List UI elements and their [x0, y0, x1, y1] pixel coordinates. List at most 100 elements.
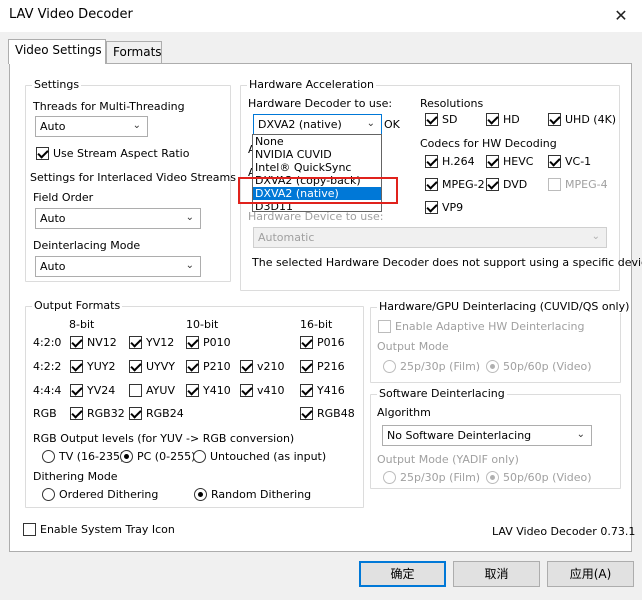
codec-hevc-checkbox[interactable]: HEVC — [486, 155, 533, 168]
fmt-v410-label: v410 — [257, 384, 285, 397]
system-tray-checkbox[interactable]: Enable System Tray Icon — [23, 523, 175, 536]
stream-aspect-check-icon — [36, 147, 49, 160]
adaptive-hw-deint-checkbox[interactable]: Enable Adaptive HW Deinterlacing — [378, 320, 585, 333]
check-icon — [70, 360, 83, 373]
row-444: 4:4:4 — [33, 384, 62, 397]
codec-vc1-checkbox[interactable]: VC-1 — [548, 155, 591, 168]
settings-group: Settings Threads for Multi-Threading Aut… — [25, 78, 236, 282]
fmt-uyvy-checkbox[interactable]: UYVY — [129, 360, 175, 373]
fmt-y410-label: Y410 — [203, 384, 231, 397]
fmt-rgb48-checkbox[interactable]: RGB48 — [300, 407, 355, 420]
radio-icon — [486, 360, 499, 373]
fmt-yv12-checkbox[interactable]: YV12 — [129, 336, 174, 349]
check-icon — [548, 155, 561, 168]
dither-random-label: Random Dithering — [211, 488, 312, 501]
rgb-untouched-radio[interactable]: Untouched (as input) — [193, 450, 326, 463]
field-order-select[interactable]: Auto ⌄ — [35, 208, 201, 229]
hw-video-label: 50p/60p (Video) — [503, 360, 592, 373]
fmt-p216-checkbox[interactable]: P216 — [300, 360, 345, 373]
chevron-down-icon: ⌄ — [185, 212, 194, 223]
dropdown-option-quicksync[interactable]: Intel® QuickSync — [253, 161, 381, 174]
fmt-rgb32-checkbox[interactable]: RGB32 — [70, 407, 125, 420]
chevron-down-icon: ⌄ — [366, 118, 375, 129]
codec-vp9-checkbox[interactable]: VP9 — [425, 201, 463, 214]
deinterlacing-mode-select[interactable]: Auto ⌄ — [35, 256, 201, 277]
col-16bit: 16-bit — [300, 318, 333, 331]
check-icon — [486, 113, 499, 126]
fmt-p210-checkbox[interactable]: P210 — [186, 360, 231, 373]
algorithm-select[interactable]: No Software Deinterlacing ⌄ — [382, 425, 592, 446]
chevron-down-icon: ⌄ — [576, 429, 585, 440]
check-icon — [425, 178, 438, 191]
hw-film-radio[interactable]: 25p/30p (Film) — [383, 360, 480, 373]
device-note: The selected Hardware Decoder does not s… — [252, 256, 642, 269]
decoder-select[interactable]: DXVA2 (native) ⌄ — [253, 114, 382, 135]
dropdown-option-none[interactable]: None — [253, 135, 381, 148]
fmt-yv24-label: YV24 — [87, 384, 116, 397]
check-icon — [70, 407, 83, 420]
check-icon — [186, 360, 199, 373]
hw-video-radio[interactable]: 50p/60p (Video) — [486, 360, 592, 373]
codec-h264-checkbox[interactable]: H.264 — [425, 155, 475, 168]
sw-video-label: 50p/60p (Video) — [503, 471, 592, 484]
stream-aspect-checkbox[interactable]: Use Stream Aspect Ratio — [36, 147, 189, 160]
rgb-pc-radio[interactable]: PC (0-255) — [120, 450, 195, 463]
codec-mpeg4-checkbox[interactable]: MPEG-4 — [548, 178, 608, 191]
fmt-yuy2-label: YUY2 — [87, 360, 116, 373]
fmt-ayuv-checkbox[interactable]: AYUV — [129, 384, 175, 397]
fmt-v210-checkbox[interactable]: v210 — [240, 360, 285, 373]
res-sd-checkbox[interactable]: SD — [425, 113, 457, 126]
fmt-y416-checkbox[interactable]: Y416 — [300, 384, 345, 397]
settings-group-title: Settings — [32, 78, 82, 91]
codec-dvd-checkbox[interactable]: DVD — [486, 178, 527, 191]
sw-film-radio[interactable]: 25p/30p (Film) — [383, 471, 480, 484]
title-bar: LAV Video Decoder ✕ — [0, 0, 642, 32]
tab-formats[interactable]: Formats — [106, 41, 162, 63]
res-uhd-checkbox[interactable]: UHD (4K) — [548, 113, 616, 126]
sw-deinterlacing-group: Software Deinterlacing Algorithm No Soft… — [370, 387, 621, 489]
dropdown-option-cuvid[interactable]: NVIDIA CUVID — [253, 148, 381, 161]
dither-ordered-radio[interactable]: Ordered Dithering — [42, 488, 158, 501]
rgb-tv-radio[interactable]: TV (16-235) — [42, 450, 124, 463]
algorithm-label: Algorithm — [377, 406, 431, 419]
fmt-y410-checkbox[interactable]: Y410 — [186, 384, 231, 397]
check-icon — [378, 320, 391, 333]
hardware-group-title: Hardware Acceleration — [247, 78, 376, 91]
check-icon — [300, 384, 313, 397]
fmt-nv12-checkbox[interactable]: NV12 — [70, 336, 117, 349]
sw-video-radio[interactable]: 50p/60p (Video) — [486, 471, 592, 484]
res-uhd-label: UHD (4K) — [565, 113, 617, 126]
codec-mpeg2-label: MPEG-2 — [442, 178, 485, 191]
ok-button[interactable]: 确定 — [359, 561, 446, 587]
fmt-rgb24-checkbox[interactable]: RGB24 — [129, 407, 184, 420]
device-select[interactable]: Automatic ⌄ — [253, 227, 607, 248]
fmt-p010-checkbox[interactable]: P010 — [186, 336, 231, 349]
codec-mpeg4-label: MPEG-4 — [565, 178, 608, 191]
hw-deint-title: Hardware/GPU Deinterlacing (CUVID/QS onl… — [377, 300, 632, 313]
check-icon — [240, 384, 253, 397]
row-420: 4:2:0 — [33, 336, 62, 349]
fmt-v410-checkbox[interactable]: v410 — [240, 384, 285, 397]
fmt-yv24-checkbox[interactable]: YV24 — [70, 384, 115, 397]
codec-mpeg2-checkbox[interactable]: MPEG-2 — [425, 178, 485, 191]
threads-select[interactable]: Auto ⌄ — [35, 116, 148, 137]
check-icon — [300, 407, 313, 420]
res-hd-checkbox[interactable]: HD — [486, 113, 520, 126]
cancel-button[interactable]: 取消 — [453, 561, 540, 587]
tab-video-settings[interactable]: Video Settings — [8, 39, 106, 64]
dither-random-radio[interactable]: Random Dithering — [194, 488, 311, 501]
radio-icon — [42, 488, 55, 501]
res-hd-label: HD — [503, 113, 520, 126]
output-formats-group: Output Formats 8-bit 10-bit 16-bit 4:2:0… — [25, 299, 364, 508]
threads-label: Threads for Multi-Threading — [33, 100, 185, 113]
apply-button[interactable]: 应用(A) — [547, 561, 634, 587]
field-order-label: Field Order — [33, 191, 94, 204]
fmt-yuy2-checkbox[interactable]: YUY2 — [70, 360, 116, 373]
hw-output-mode-label: Output Mode — [377, 340, 449, 353]
check-icon — [486, 178, 499, 191]
adaptive-hw-deint-label: Enable Adaptive HW Deinterlacing — [395, 320, 585, 333]
row-rgb: RGB — [33, 407, 57, 420]
fmt-p016-checkbox[interactable]: P016 — [300, 336, 345, 349]
close-icon[interactable]: ✕ — [610, 5, 632, 27]
codec-vc1-label: VC-1 — [565, 155, 592, 168]
